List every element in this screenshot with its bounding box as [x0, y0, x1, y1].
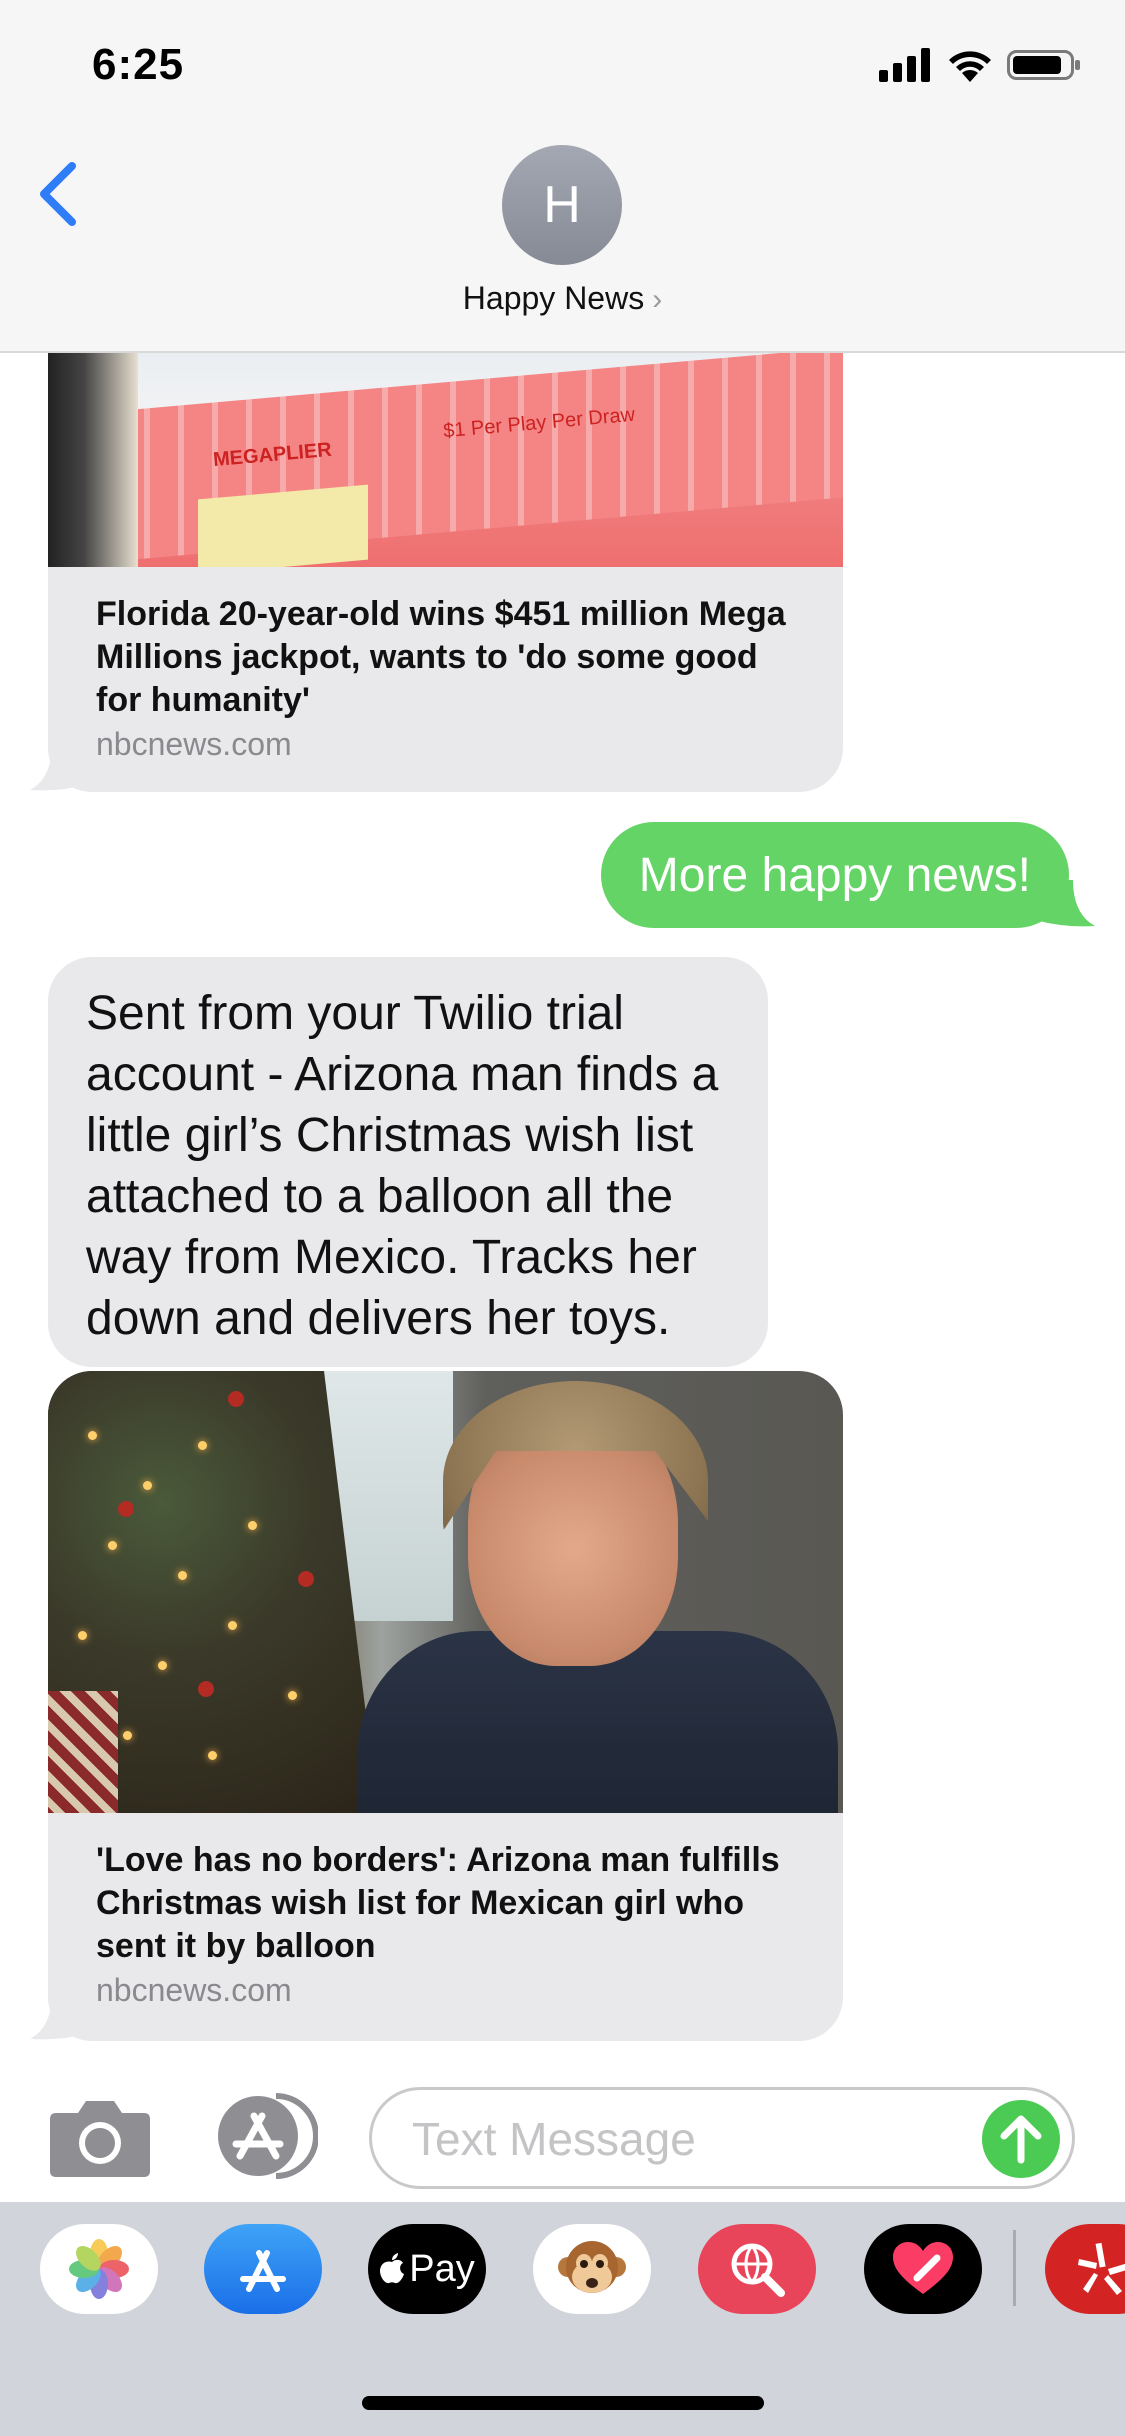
outgoing-message-bubble[interactable]: More happy news!	[600, 822, 1069, 928]
card-source: nbcnews.com	[96, 1972, 292, 2008]
apple-pay-icon	[380, 2253, 405, 2284]
images-search-button[interactable]	[698, 2224, 816, 2314]
card-title: Florida 20-year-old wins $451 million Me…	[96, 595, 786, 719]
contact-avatar[interactable]: H	[502, 145, 622, 265]
apple-pay-button[interactable]: Pay	[368, 2224, 486, 2314]
yelp-icon	[1078, 2242, 1125, 2295]
link-preview-card-lottery[interactable]: MEGAPLIER $1 Per Play Per Draw Florida 2…	[48, 352, 843, 792]
status-time: 6:25	[92, 40, 185, 89]
heart-icon	[893, 2242, 953, 2294]
link-preview-card-arizona[interactable]: 'Love has no borders': Arizona man fulfi…	[48, 1371, 843, 2041]
bubble-tail-incoming	[30, 1993, 90, 2040]
contact-name[interactable]: Happy News ›	[0, 280, 1125, 317]
animoji-button[interactable]	[533, 2224, 651, 2314]
apple-pay-label: Pay	[409, 2247, 475, 2290]
card-title: 'Love has no borders': Arizona man fulfi…	[96, 1841, 780, 1965]
avatar-initial: H	[543, 176, 581, 234]
camera-icon[interactable]	[48, 2095, 152, 2179]
app-store-apps-icon[interactable]	[208, 2090, 318, 2182]
monkey-icon	[558, 2241, 626, 2293]
yelp-button[interactable]	[1045, 2224, 1125, 2314]
incoming-message-text: Sent from your Twilio trial account - Ar…	[86, 987, 719, 1345]
conversation-header: 6:25 H Happy News ›	[0, 0, 1125, 353]
cellular-signal-icon	[879, 48, 930, 82]
lottery-ticket-image: MEGAPLIER $1 Per Play Per Draw	[48, 352, 843, 567]
globe-search-icon	[731, 2243, 785, 2297]
digital-touch-button[interactable]	[864, 2224, 982, 2314]
drawer-divider	[1013, 2230, 1016, 2306]
card-source: nbcnews.com	[96, 726, 292, 762]
home-indicator[interactable]	[362, 2396, 764, 2410]
bubble-tail-incoming	[30, 744, 90, 791]
send-button[interactable]	[982, 2100, 1060, 2178]
outgoing-message-text: More happy news!	[638, 848, 1031, 902]
message-input[interactable]	[410, 2090, 974, 2188]
chevron-right-icon: ›	[652, 283, 663, 316]
app-store-icon	[240, 2250, 286, 2292]
status-icons	[879, 48, 1081, 82]
arrow-up-icon	[1000, 2115, 1042, 2164]
contact-name-label: Happy News	[462, 280, 645, 316]
battery-icon	[1007, 50, 1080, 80]
app-store-button[interactable]	[204, 2224, 322, 2314]
bubble-tail-outgoing	[1035, 880, 1095, 927]
back-chevron-icon[interactable]	[30, 158, 90, 230]
arizona-man-photo	[48, 1371, 843, 1813]
photos-app-button[interactable]	[40, 2224, 158, 2314]
message-input-field[interactable]	[369, 2087, 1075, 2189]
incoming-message-bubble[interactable]: Sent from your Twilio trial account - Ar…	[48, 957, 768, 1367]
wifi-icon	[949, 51, 991, 82]
photos-icon	[69, 2239, 129, 2299]
